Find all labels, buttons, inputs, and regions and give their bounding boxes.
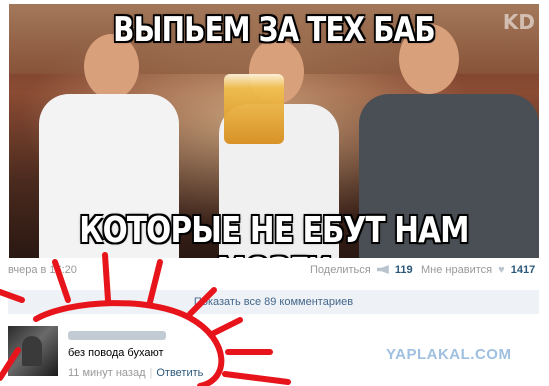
post-photo[interactable]: ВЫПЬЕМ ЗА ТЕХ БАБ КОТОРЫЕ НЕ ЕБУТ НАМ МО… [9,4,539,258]
separator: | [149,367,153,379]
avatar[interactable] [8,326,58,376]
heart-icon: ♥ [498,264,505,276]
comment-text: без повода бухают [68,347,164,359]
image-watermark: KD [502,10,535,34]
post-timestamp[interactable]: вчера в 16:20 [8,264,77,276]
megaphone-icon [376,265,389,274]
like-label: Мне нравится [421,264,493,276]
site-watermark: YAPLAKAL.COM [386,346,512,363]
like-count: 1417 [510,264,536,276]
comment-time[interactable]: 11 минут назад [68,367,146,379]
share-label: Поделиться [310,264,371,276]
show-all-comments-button[interactable]: Показать все 89 комментариев [8,290,539,314]
share-button[interactable]: Поделиться 119 [310,264,413,276]
beer-mug [224,74,284,144]
meme-top-text: ВЫПЬЕМ ЗА ТЕХ БАБ [113,10,436,50]
share-count: 119 [394,264,413,276]
comment-meta: 11 минут назад | Ответить [68,367,203,379]
reply-link[interactable]: Ответить [156,367,203,379]
meme-bottom-text: КОТОРЫЕ НЕ ЕБУТ НАМ МОЗГИ [79,210,469,258]
like-button[interactable]: Мне нравится ♥ 1417 [421,264,535,276]
sun-ray-stroke [209,317,243,337]
sun-ray-stroke [222,371,291,385]
comment-author-name-redacted[interactable] [68,331,166,340]
